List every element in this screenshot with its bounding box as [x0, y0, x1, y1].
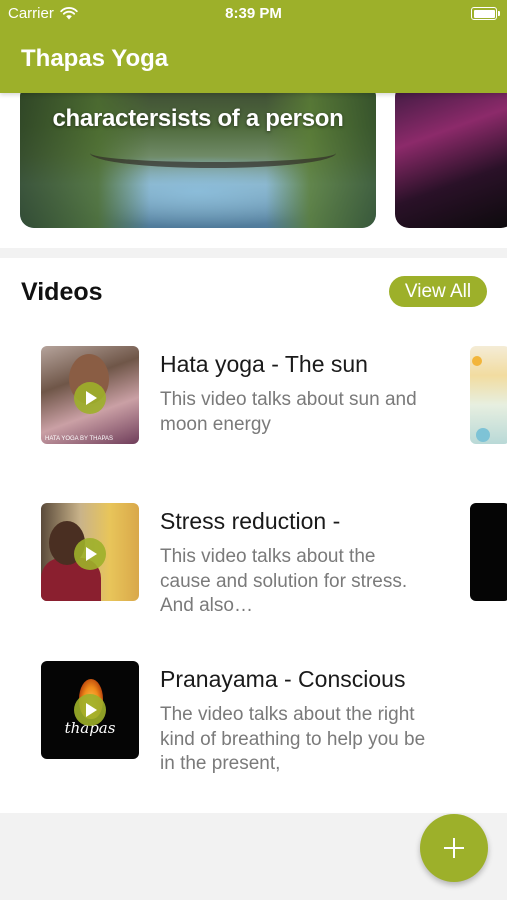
featured-carousel[interactable]: charactersists of a person — [0, 93, 507, 248]
status-time: 8:39 PM — [225, 5, 282, 22]
video-description: The video talks about the right kind of … — [160, 704, 426, 774]
plus-icon — [444, 838, 464, 858]
video-thumbnail-next[interactable] — [470, 503, 507, 601]
video-thumbnail[interactable]: thapas — [41, 661, 139, 759]
section-title: Videos — [21, 278, 103, 306]
video-list-item[interactable]: thapas Pranayama - Conscious The video t… — [0, 661, 507, 774]
video-title: Pranayama - Conscious — [160, 666, 406, 692]
banner-image-bridge — [90, 138, 336, 168]
video-thumbnail-next[interactable] — [470, 346, 507, 444]
video-title: Hata yoga - The sun — [160, 351, 368, 377]
play-icon[interactable] — [74, 382, 106, 414]
video-title: Stress reduction - — [160, 508, 341, 534]
thumbnail-caption: HATA YOGA BY THAPAS — [45, 436, 114, 442]
battery-icon — [471, 7, 500, 20]
featured-banner[interactable]: charactersists of a person — [20, 93, 376, 228]
video-thumbnail[interactable] — [41, 503, 139, 601]
featured-banner-next[interactable] — [395, 93, 507, 228]
play-icon[interactable] — [74, 694, 106, 726]
video-thumbnail[interactable]: HATA YOGA BY THAPAS — [41, 346, 139, 444]
banner-caption: charactersists of a person — [52, 105, 344, 132]
video-description: This video talks about the cause and sol… — [160, 546, 408, 616]
app-title: Thapas Yoga — [21, 45, 169, 72]
videos-section: Videos View All HATA YOGA BY THAPAS Hata… — [0, 258, 507, 813]
status-bar: Carrier 8:39 PM — [0, 0, 507, 28]
app-header: Carrier 8:39 PM Thapas Yoga — [0, 0, 507, 93]
add-button[interactable] — [420, 814, 488, 882]
video-list-item[interactable]: HATA YOGA BY THAPAS Hata yoga - The sun … — [0, 346, 507, 456]
video-description: This video talks about sun and moon ener… — [160, 389, 417, 435]
video-list-item[interactable]: Stress reduction - This video talks abou… — [0, 503, 507, 616]
view-all-button[interactable]: View All — [389, 276, 487, 307]
play-icon[interactable] — [74, 538, 106, 570]
